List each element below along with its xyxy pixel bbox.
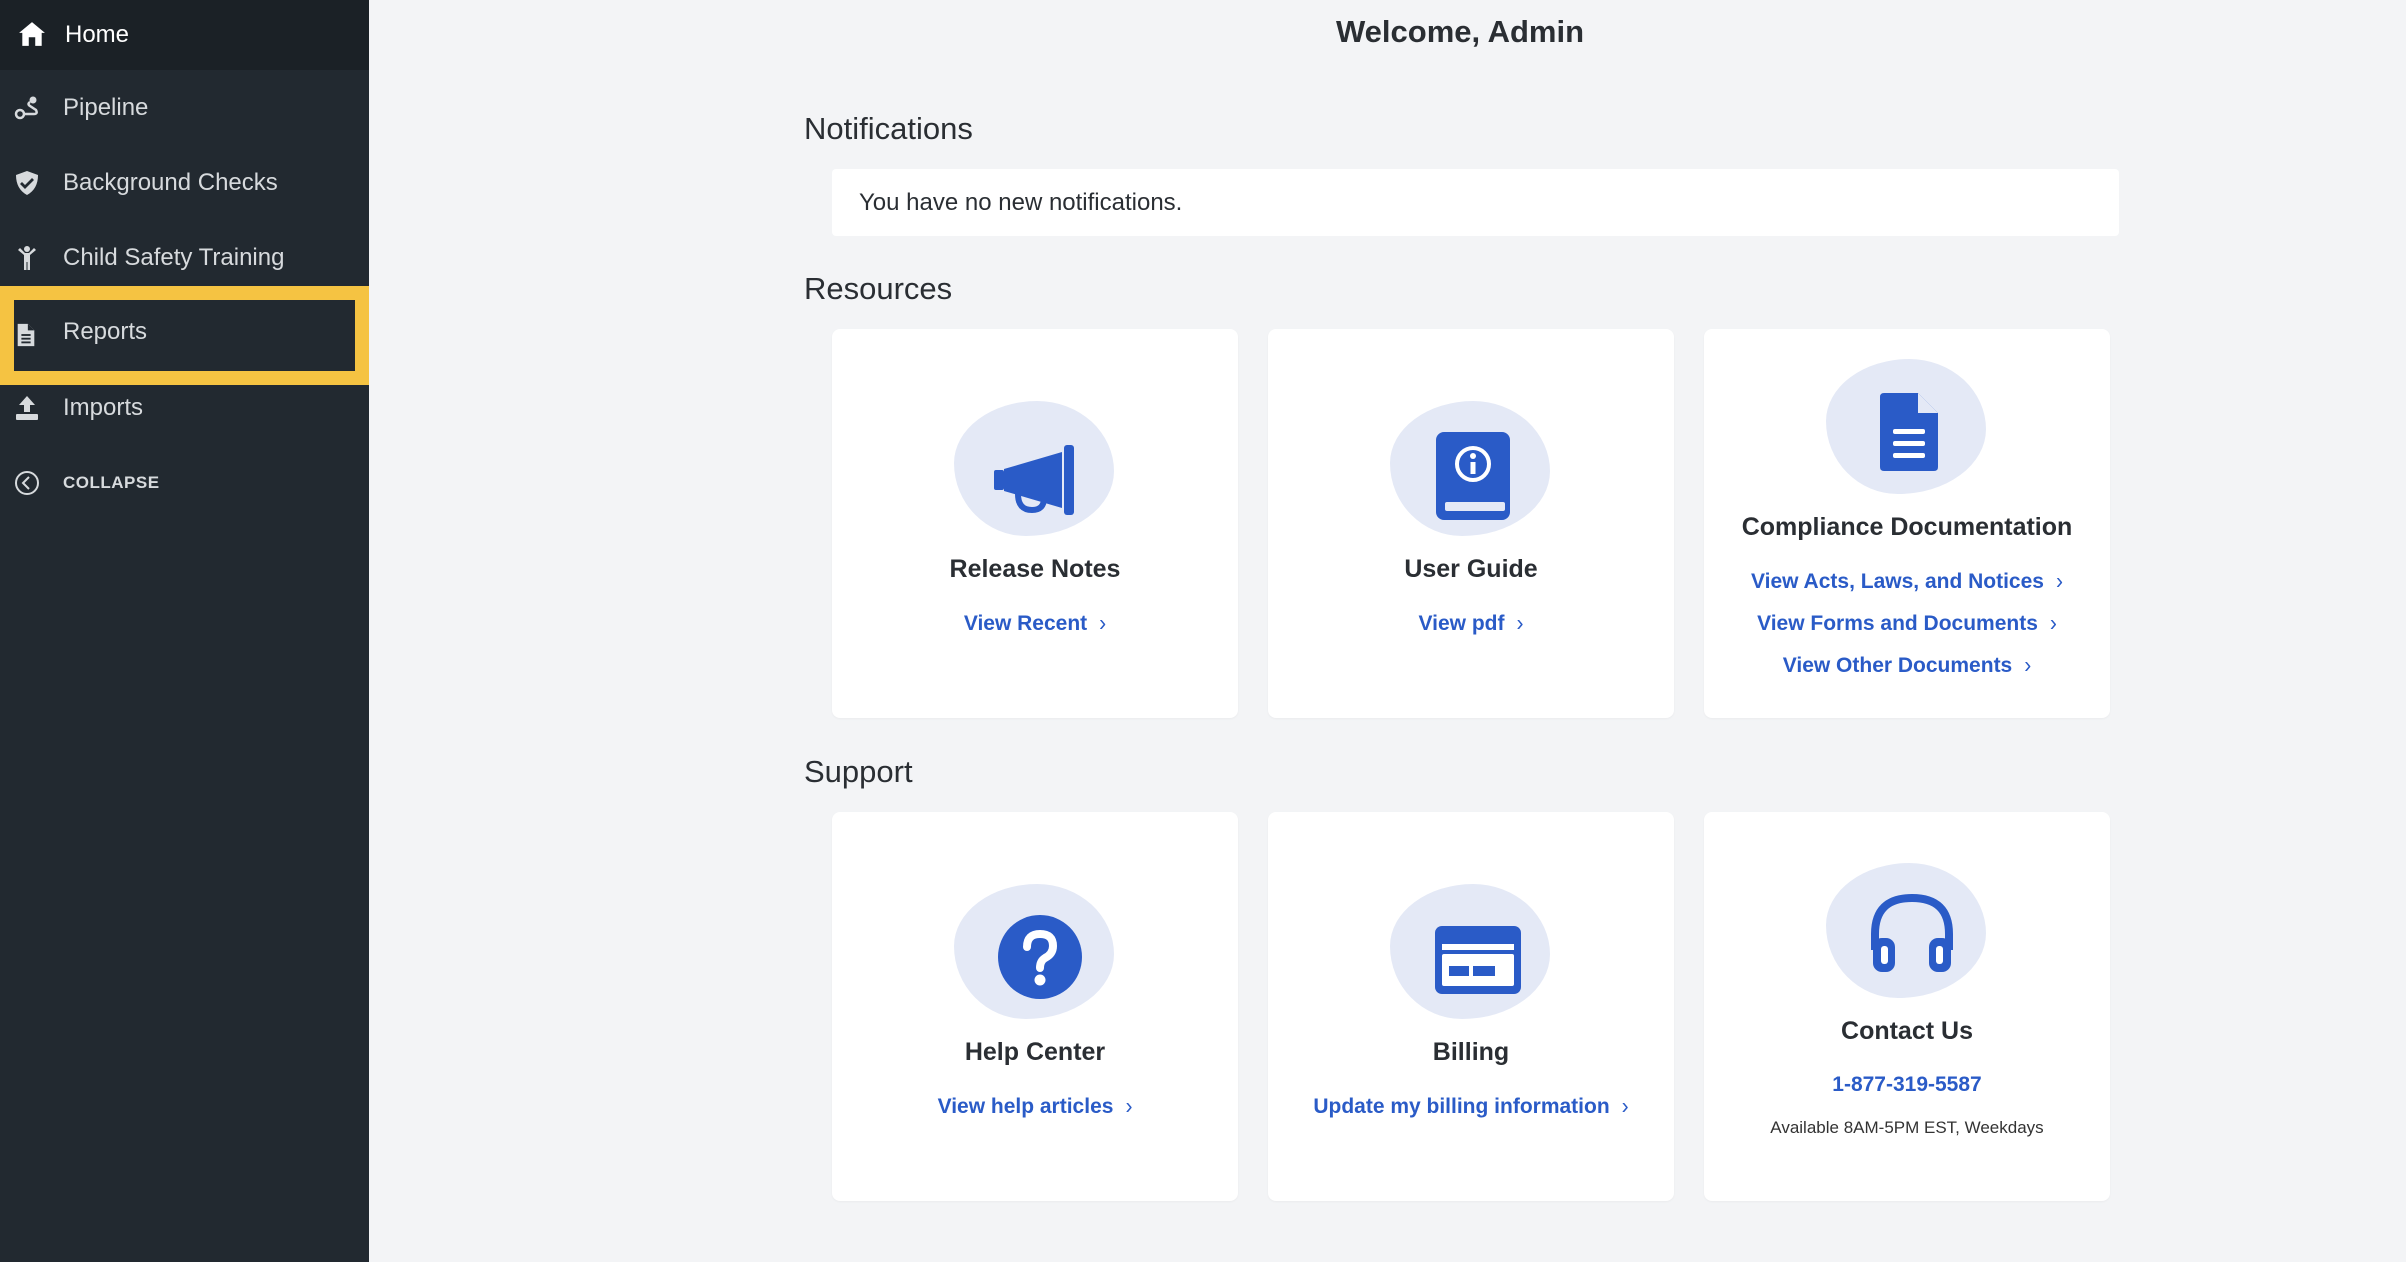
- document-icon: [1880, 393, 1938, 471]
- chevron-right-icon: ›: [1099, 610, 1107, 637]
- link-label: View Other Documents: [1782, 654, 2013, 677]
- sidebar-item-child-safety-training[interactable]: Child Safety Training: [0, 220, 369, 295]
- credit-card-icon: [1435, 926, 1521, 994]
- card-title: Help Center: [964, 1038, 1106, 1066]
- view-forms-documents-link[interactable]: View Forms and Documents ›: [1704, 610, 2110, 637]
- shield-check-icon: [16, 171, 38, 195]
- view-recent-link[interactable]: View Recent ›: [832, 610, 1238, 637]
- chevron-right-icon: ›: [1125, 1093, 1133, 1120]
- chevron-right-icon: ›: [2049, 610, 2057, 637]
- pipeline-icon: [14, 96, 38, 120]
- card-title: User Guide: [1404, 555, 1538, 583]
- card-title: Billing: [1432, 1038, 1510, 1066]
- card-title: Contact Us: [1841, 1017, 1973, 1045]
- compliance-documentation-card: Compliance Documentation View Acts, Laws…: [1704, 329, 2110, 718]
- sidebar-item-label: Pipeline: [63, 93, 149, 121]
- chevron-right-icon: ›: [1621, 1093, 1629, 1120]
- chevron-left-circle-icon: [15, 471, 39, 495]
- notifications-panel: You have no new notifications.: [832, 169, 2119, 236]
- collapse-button[interactable]: COLLAPSE: [0, 445, 369, 520]
- document-icon: [17, 323, 35, 347]
- user-guide-card: User Guide View pdf ›: [1268, 329, 1674, 718]
- contact-hours: Available 8AM-5PM EST, Weekdays: [1770, 1118, 2044, 1137]
- question-icon: [998, 915, 1082, 999]
- view-help-articles-link[interactable]: View help articles ›: [832, 1093, 1238, 1120]
- view-other-documents-link[interactable]: View Other Documents ›: [1704, 652, 2110, 679]
- release-notes-card: Release Notes View Recent ›: [832, 329, 1238, 718]
- sidebar: Home Pipeline Background Checks Child Sa…: [0, 0, 369, 1262]
- sidebar-item-label: Child Safety Training: [63, 243, 285, 271]
- megaphone-icon: [994, 445, 1074, 515]
- upload-icon: [16, 396, 38, 420]
- home-icon: [19, 22, 45, 46]
- link-label: View Forms and Documents: [1757, 612, 2038, 635]
- page-title: Welcome, Admin: [1335, 14, 1585, 49]
- billing-card: Billing Update my billing information ›: [1268, 812, 1674, 1201]
- link-label: View Acts, Laws, and Notices: [1751, 570, 2044, 593]
- child-icon: [18, 246, 36, 270]
- contact-us-card: Contact Us 1-877-319-5587 Available 8AM-…: [1704, 812, 2110, 1201]
- sidebar-item-home[interactable]: Home: [0, 0, 369, 70]
- view-pdf-link[interactable]: View pdf ›: [1268, 610, 1674, 637]
- support-heading: Support: [804, 754, 913, 789]
- link-label: View pdf: [1418, 612, 1505, 635]
- headphones-icon: [1871, 893, 1953, 972]
- sidebar-item-label: Reports: [63, 318, 148, 345]
- sidebar-item-label: Background Checks: [63, 168, 278, 196]
- contact-phone-link[interactable]: 1-877-319-5587: [1704, 1073, 2110, 1097]
- sidebar-item-pipeline[interactable]: Pipeline: [0, 70, 369, 145]
- card-title: Release Notes: [949, 555, 1121, 583]
- sidebar-item-label: Home: [65, 21, 130, 48]
- sidebar-item-label: Imports: [63, 393, 144, 421]
- link-label: Update my billing information: [1313, 1095, 1610, 1118]
- notifications-heading: Notifications: [804, 111, 973, 146]
- info-book-icon: [1436, 432, 1510, 520]
- link-label: View help articles: [937, 1095, 1114, 1118]
- sidebar-item-background-checks[interactable]: Background Checks: [0, 145, 369, 220]
- collapse-label: COLLAPSE: [63, 472, 160, 492]
- link-label: View Recent: [963, 612, 1088, 635]
- view-acts-laws-notices-link[interactable]: View Acts, Laws, and Notices ›: [1704, 568, 2110, 595]
- chevron-right-icon: ›: [1516, 610, 1524, 637]
- help-center-card: Help Center View help articles ›: [832, 812, 1238, 1201]
- chevron-right-icon: ›: [2055, 568, 2063, 595]
- chevron-right-icon: ›: [2024, 652, 2032, 679]
- update-billing-link[interactable]: Update my billing information ›: [1268, 1093, 1674, 1120]
- card-title: Compliance Documentation: [1741, 513, 2073, 541]
- resources-heading: Resources: [804, 271, 953, 306]
- notification-message: You have no new notifications.: [859, 188, 1183, 216]
- sidebar-item-imports[interactable]: Imports: [0, 370, 369, 445]
